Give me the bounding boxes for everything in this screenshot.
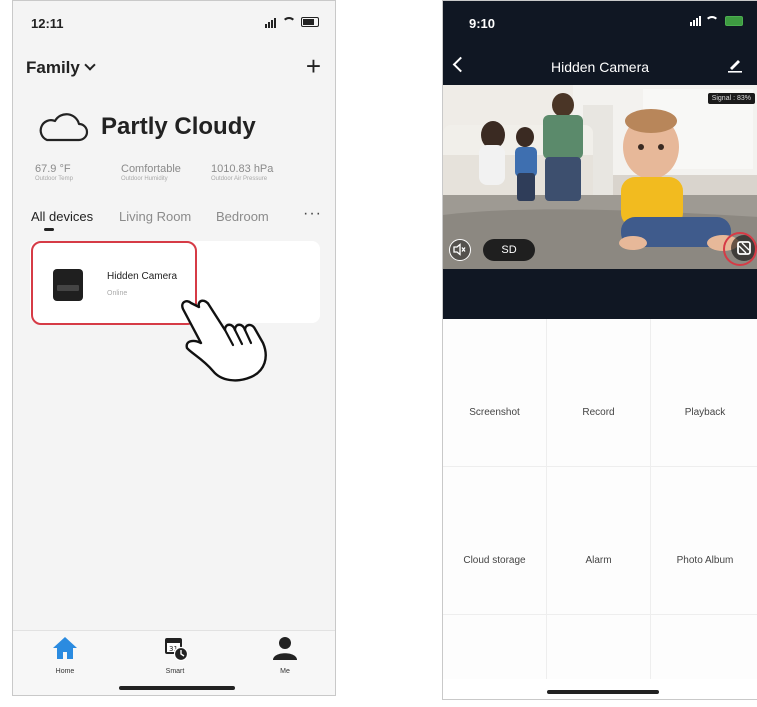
- tab-smart[interactable]: 31 Smart: [145, 635, 205, 675]
- stat-humidity-value: Comfortable: [121, 163, 181, 175]
- stat-temp-label: Outdoor Temp: [35, 176, 73, 182]
- home-icon: [53, 637, 77, 659]
- action-cloud-storage[interactable]: Cloud storage: [443, 467, 613, 615]
- status-bar: 9:10: [443, 1, 757, 41]
- action-record-label: Record: [582, 407, 615, 418]
- battery-icon: [725, 15, 743, 26]
- stat-humidity-label: Outdoor Humidity: [121, 176, 168, 182]
- tab-all-devices[interactable]: All devices: [31, 209, 93, 224]
- action-playback[interactable]: Playback: [651, 319, 757, 467]
- action-cloud-storage-label: Cloud storage: [463, 555, 526, 566]
- wifi-icon: [705, 15, 720, 26]
- add-device-button[interactable]: +: [306, 53, 321, 79]
- tab-living-room[interactable]: Living Room: [119, 209, 191, 224]
- smart-icon: 31: [165, 638, 189, 662]
- speaker-muted-icon: [453, 243, 466, 256]
- status-time: 12:11: [31, 16, 64, 31]
- pointing-hand-icon: [181, 299, 267, 382]
- home-name: Family: [26, 58, 80, 77]
- cellular-signal-icon: [690, 15, 702, 26]
- action-alarm-label: Alarm: [585, 555, 612, 566]
- wifi-icon: [281, 17, 296, 27]
- tab-me[interactable]: Me: [255, 635, 315, 675]
- status-icons: [264, 16, 319, 29]
- edit-icon[interactable]: [727, 57, 743, 73]
- home-screen: 12:11 Family + Partly Cloudy 67.9 °F Out…: [12, 0, 336, 696]
- home-indicator: [547, 690, 659, 694]
- signal-strength-badge: Signal : 83%: [707, 93, 755, 104]
- action-photo-album-label: Photo Album: [676, 555, 734, 566]
- bottom-tab-bar: Home 31 Smart Me: [13, 630, 335, 695]
- action-screenshot-label: Screenshot: [469, 407, 520, 418]
- grid-filler-middle: [547, 615, 651, 679]
- camera-screen: 9:10 Hidden Camera Signal: 83% SD Scree…: [442, 0, 757, 700]
- stat-temp-value: 67.9 °F: [35, 163, 71, 175]
- cloud-icon: [39, 113, 89, 142]
- status-icons: [690, 15, 743, 26]
- action-playback-label: Playback: [684, 407, 726, 418]
- action-photo-album[interactable]: Photo Album: [651, 467, 757, 615]
- active-tab-indicator: [44, 228, 54, 231]
- quality-toggle-button[interactable]: SD: [483, 239, 535, 261]
- action-record[interactable]: Record: [547, 319, 716, 467]
- action-grid: Screenshot Record Playback Cloud storage: [443, 319, 757, 679]
- grid-filler-left: [443, 615, 547, 679]
- playback-icon: [651, 371, 757, 395]
- tab-home-label: Home: [55, 668, 75, 675]
- stat-humidity: Comfortable Outdoor Humidity: [121, 163, 181, 182]
- stat-pressure: 1010.83 hPa Outdoor Air Pressure: [211, 163, 273, 182]
- weather-condition: Partly Cloudy: [101, 113, 256, 140]
- more-tabs-button[interactable]: ···: [303, 205, 322, 223]
- action-alarm[interactable]: Alarm: [547, 467, 715, 615]
- page-title: Hidden Camera: [550, 59, 650, 75]
- home-selector[interactable]: Family: [26, 58, 96, 78]
- battery-icon: [301, 17, 319, 28]
- stat-pressure-label: Outdoor Air Pressure: [211, 176, 268, 182]
- tab-home[interactable]: Home: [35, 635, 95, 675]
- fullscreen-highlight-outline: [723, 232, 757, 266]
- device-highlight-outline: [31, 241, 197, 325]
- mute-button[interactable]: [449, 239, 471, 261]
- home-indicator: [119, 686, 235, 690]
- stat-pressure-value: 1010.83 hPa: [211, 163, 274, 175]
- status-time: 9:10: [469, 16, 496, 31]
- tab-me-label: Me: [280, 668, 290, 675]
- photo-album-icon: [651, 519, 757, 543]
- grid-filler-right: [651, 615, 757, 679]
- cellular-signal-icon: [264, 16, 277, 29]
- tab-bedroom[interactable]: Bedroom: [216, 209, 269, 224]
- user-icon: [273, 637, 297, 660]
- live-video-feed[interactable]: Signal : 83% SD: [443, 85, 757, 269]
- stat-temp: 67.9 °F Outdoor Temp: [35, 163, 73, 182]
- tab-smart-label: Smart: [165, 668, 185, 675]
- action-screenshot[interactable]: Screenshot: [443, 319, 612, 467]
- chevron-down-icon: [84, 59, 96, 71]
- status-bar: 12:11: [13, 1, 335, 41]
